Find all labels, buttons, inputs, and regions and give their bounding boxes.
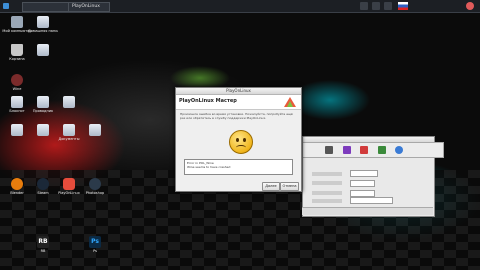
top-panel: PlayOnLinux [0, 0, 480, 13]
folder-icon [89, 124, 101, 136]
dialog-header-title: PlayOnLinux Мастер [179, 98, 237, 104]
settings-icon[interactable] [378, 146, 386, 154]
wine-icon [11, 74, 23, 86]
config-row-2 [312, 181, 342, 185]
keyboard-layout-flag-icon[interactable] [398, 2, 408, 10]
sad-face-icon [229, 130, 253, 154]
trash-icon [11, 44, 23, 56]
desktop-icon-12[interactable] [80, 124, 110, 154]
taskbar-window-2[interactable]: PlayOnLinux [68, 2, 110, 12]
tray-icon-volume[interactable] [372, 2, 380, 10]
home-folder-icon [37, 16, 49, 28]
config-row-1 [312, 172, 342, 176]
steam-icon [37, 178, 49, 190]
desktop-icon-home[interactable]: Домашняя папка [28, 16, 58, 46]
dialog-titlebar: PlayOnLinux [176, 88, 301, 95]
desktop-icon-photoshop[interactable]: Photoshop [80, 178, 110, 208]
dialog-header: PlayOnLinux Мастер [176, 95, 301, 110]
desktop: PlayOnLinux Мой компьютер Домашняя папка… [0, 0, 480, 270]
info-icon[interactable] [395, 146, 403, 154]
folder-icon [63, 124, 75, 136]
config-field-1[interactable] [350, 170, 378, 177]
folder-icon [11, 96, 23, 108]
folder-icon [63, 96, 75, 108]
icon-label: RB [40, 249, 46, 253]
config-row-4 [312, 199, 342, 203]
desktop-icon-8[interactable] [54, 96, 84, 126]
config-toolbar [303, 142, 444, 158]
config-footer [302, 207, 433, 215]
folder-icon [37, 96, 49, 108]
taskbar-window-1[interactable] [22, 2, 72, 12]
config-field-4[interactable] [350, 197, 393, 204]
desktop-icon-ps[interactable]: Ps Ps [80, 236, 110, 266]
config-field-2[interactable] [350, 180, 375, 187]
folder-icon [37, 124, 49, 136]
log-line: Wine seems to have crashed [187, 165, 231, 169]
cancel-button[interactable]: Отмена [280, 182, 299, 191]
tray-icon-battery[interactable] [384, 2, 392, 10]
remove-icon[interactable] [360, 146, 368, 154]
icon-label: Домашняя папка [28, 29, 58, 33]
folder-icon [37, 44, 49, 56]
icon-label: Ps [93, 249, 97, 253]
folder-icon [11, 124, 23, 136]
apps-menu-icon[interactable] [3, 2, 9, 10]
desktop-icon-4[interactable] [28, 44, 58, 74]
app-icon [89, 178, 101, 190]
tray-icon-network[interactable] [360, 2, 368, 10]
error-log-box[interactable]: Error in POL_Wine Wine seems to have cra… [184, 159, 293, 175]
config-field-3[interactable] [350, 190, 375, 197]
desktop-icon-rb[interactable]: RB RB [28, 236, 58, 266]
install-icon[interactable] [343, 146, 351, 154]
blender-icon [11, 178, 23, 190]
rb-app-icon: RB [37, 236, 49, 248]
icon-label: Photoshop [85, 191, 105, 195]
config-row-3 [312, 191, 342, 195]
computer-icon [11, 16, 23, 28]
photoshop-icon: Ps [89, 236, 101, 248]
next-button[interactable]: Далее [262, 182, 280, 191]
icon-label: Wine [12, 87, 22, 91]
wizard-dialog: PlayOnLinux PlayOnLinux Мастер Произошла… [175, 87, 302, 192]
wine-icon[interactable] [325, 146, 333, 154]
playonlinux-logo-icon [284, 97, 296, 107]
power-icon[interactable] [466, 2, 474, 10]
playonlinux-icon [63, 178, 75, 190]
